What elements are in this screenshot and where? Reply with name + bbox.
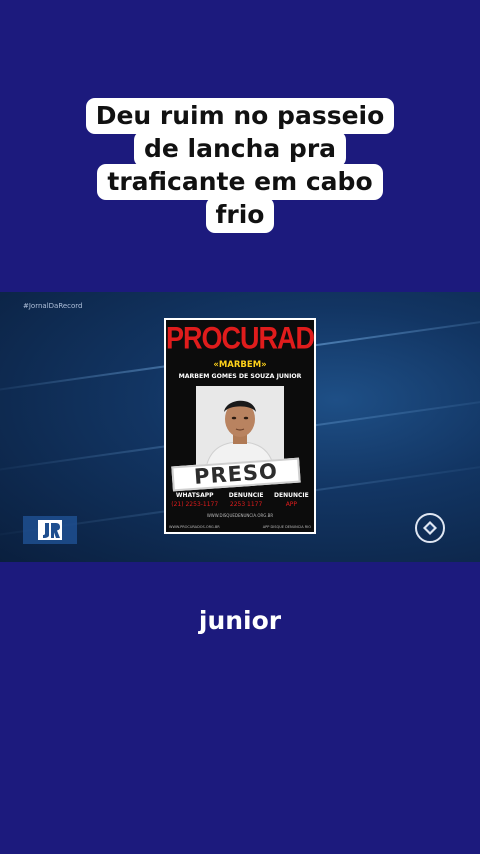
caption-line-1: Deu ruim no passeio (85, 98, 395, 134)
hashtag-overlay: #JornalDaRecord (23, 302, 83, 310)
video-frame[interactable]: #JornalDaRecord PROCURADO «MARBEM» MARBE… (0, 292, 480, 562)
poster-url: WWW.DISQUEDENUNCIA.ORG.BR (206, 513, 274, 518)
contact-label: WHATSAPP (175, 492, 214, 499)
contact-whatsapp: WHATSAPP (21) 2253-1177 (171, 492, 218, 508)
record-tv-logo-icon (414, 512, 446, 544)
caption-line-2: de lancha pra (133, 131, 347, 167)
caption-line-4: frio (205, 197, 275, 233)
caption-line-3: traficante em cabo (97, 164, 383, 200)
video-caption: Deu ruim no passeio de lancha pra trafic… (0, 98, 480, 233)
contact-app: DENUNCIE APP (274, 492, 309, 508)
contact-phone: APP (285, 501, 298, 508)
poster-name: MARBEM GOMES DE SOUZA JUNIOR (178, 373, 302, 380)
contact-phone-line: DENUNCIE 2253 1177 (229, 492, 264, 508)
poster-footer-left: WWW.PROCURADOS.ORG.BR (169, 525, 220, 529)
poster-title: PROCURADO (166, 320, 314, 356)
poster-footer-right: APP DISQUE DENUNCIA RIO (262, 525, 311, 529)
contact-label: DENUNCIE (228, 492, 264, 499)
contact-label: DENUNCIE (274, 492, 309, 499)
contact-phone: (21) 2253-1177 (171, 501, 219, 508)
poster-footer: WWW.PROCURADOS.ORG.BR APP DISQUE DENUNCI… (169, 525, 311, 529)
jornal-da-record-logo-icon (23, 516, 77, 544)
subtitle-text: junior (198, 606, 282, 635)
suspect-photo (196, 386, 284, 468)
contact-phone: 2253 1177 (229, 501, 263, 508)
poster-alias: «MARBEM» (213, 360, 267, 370)
wanted-poster: PROCURADO «MARBEM» MARBEM GOMES DE SOUZA… (164, 318, 316, 534)
preso-stamp: PRESO (171, 457, 301, 492)
